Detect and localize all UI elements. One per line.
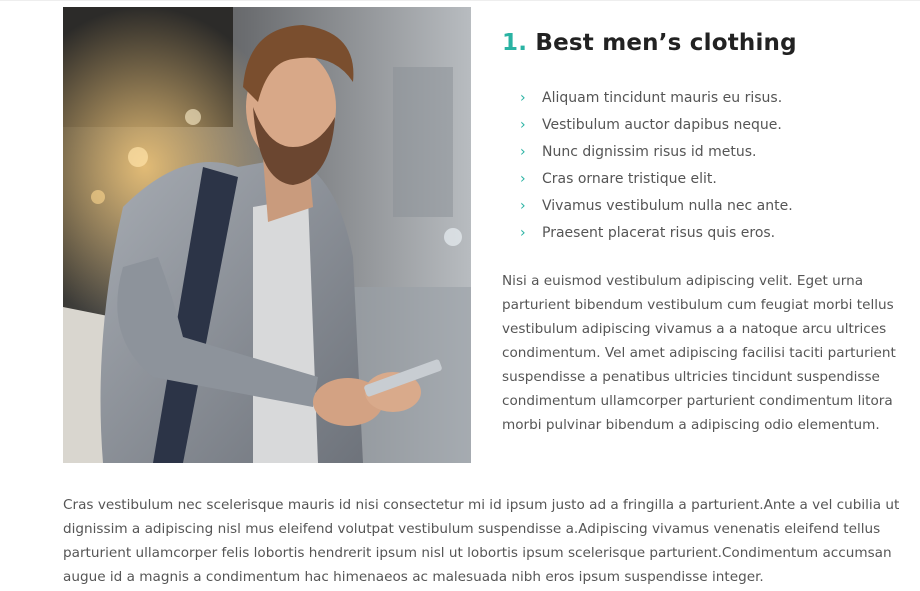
- product-photo: [63, 7, 471, 463]
- product-details: 1. Best men’s clothing › Aliquam tincidun…: [502, 26, 912, 437]
- chevron-right-icon: ›: [520, 224, 526, 241]
- product-title-text: Best men’s clothing: [535, 30, 797, 56]
- list-item: › Vestibulum auctor dapibus neque.: [520, 116, 782, 133]
- product-title: 1. Best men’s clothing: [502, 26, 912, 60]
- chevron-right-icon: ›: [520, 197, 526, 214]
- feature-list: › Aliquam tincidunt mauris eu risus. › Ves…: [502, 84, 912, 246]
- bottom-paragraph: Cras vestibulum nec scelerisque mauris i…: [63, 497, 900, 585]
- list-item: › Cras ornare tristique elit.: [520, 170, 717, 187]
- list-item: › Nunc dignissim risus id metus.: [520, 143, 757, 160]
- product-number: 1.: [502, 30, 528, 56]
- list-item: › Aliquam tincidunt mauris eu risus.: [520, 89, 783, 106]
- chevron-right-icon: ›: [520, 170, 526, 187]
- list-item: › Praesent placerat risus quis eros.: [520, 224, 776, 241]
- chevron-right-icon: ›: [520, 143, 526, 160]
- list-item: › Vivamus vestibulum nulla nec ante.: [520, 197, 793, 214]
- description-paragraph: Nisi a euismod vestibulum adipiscing vel…: [502, 273, 896, 433]
- man-with-phone-image: [63, 7, 471, 463]
- top-divider: [0, 0, 920, 1]
- chevron-right-icon: ›: [520, 116, 526, 133]
- chevron-right-icon: ›: [520, 89, 526, 106]
